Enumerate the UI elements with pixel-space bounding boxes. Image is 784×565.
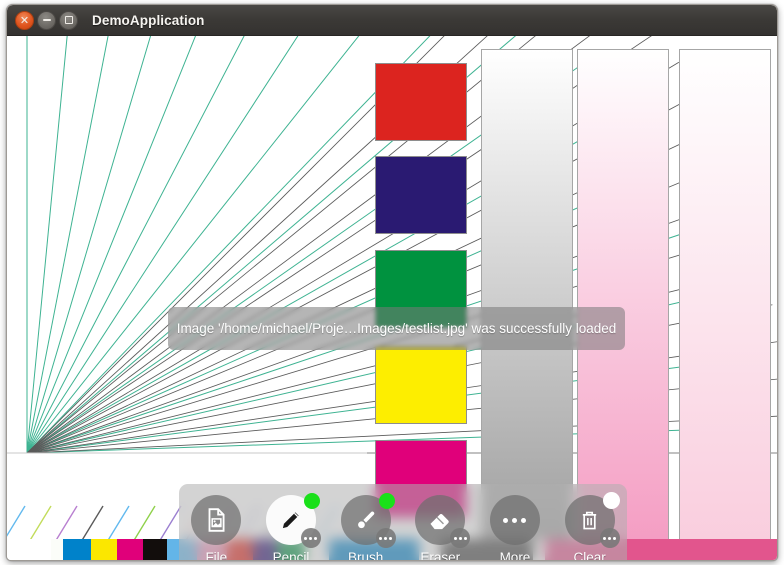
teal-fan-line [26, 36, 68, 454]
teal-fan-line [26, 36, 245, 454]
swatch-navy [375, 156, 467, 234]
toolbar-item-file[interactable]: File [182, 495, 250, 561]
toolbar-icon-circle-brush[interactable] [340, 493, 396, 548]
file-image-icon [203, 507, 229, 533]
teal-fan-line [26, 36, 197, 454]
toolbar-icon-circle-pencil[interactable] [265, 493, 321, 548]
window-title: DemoApplication [92, 12, 205, 28]
color-bar-5 [117, 539, 143, 560]
trash-icon [577, 508, 602, 533]
minimize-icon [42, 19, 51, 21]
toolbar-item-eraser[interactable]: Eraser [406, 495, 474, 561]
toolbar-item-brush[interactable]: Brush [332, 493, 400, 561]
strip-pink [577, 49, 669, 559]
title-bar: ✕ DemoApplication [7, 5, 777, 36]
toolbar-label-more: More [499, 550, 531, 561]
toolbar-icon-circle-more[interactable] [489, 495, 540, 545]
overflow-dots-icon[interactable] [450, 528, 471, 548]
toolbar-label-clear: Clear [573, 550, 606, 561]
toolbar-label-brush: Brush [348, 550, 384, 561]
toolbar-label-eraser: Eraser [420, 550, 461, 561]
toolbar-item-pencil[interactable]: Pencil [257, 493, 325, 561]
teal-fan-line [26, 36, 517, 454]
drawing-canvas[interactable]: Image '/home/michael/Proje…Images/testli… [7, 36, 777, 561]
strip-lightpink [679, 49, 771, 559]
color-bar-3 [63, 539, 91, 560]
notification-text: Image '/home/michael/Proje…Images/testli… [176, 321, 617, 336]
color-bar-2 [51, 539, 63, 560]
status-badge-green [378, 493, 395, 509]
minimize-button[interactable] [37, 10, 56, 30]
toolbar-label-pencil: Pencil [272, 550, 310, 561]
maximize-icon [64, 16, 73, 24]
close-button[interactable]: ✕ [15, 10, 34, 30]
more-dots-icon [503, 517, 527, 523]
application-window: ✕ DemoApplication Image '/home/michael/P… [6, 4, 778, 561]
brush-icon [353, 507, 379, 533]
toolbar-item-more[interactable]: More [481, 495, 549, 561]
swatch-yellow [375, 346, 467, 424]
floating-toolbar: File Pencil Brush Eraser More Clear [179, 484, 627, 561]
swatch-red [375, 63, 467, 141]
color-bar-0 [7, 539, 29, 560]
toolbar-label-file: File [205, 550, 228, 561]
color-bar-1 [29, 539, 51, 560]
toolbar-icon-circle-file[interactable] [191, 495, 242, 545]
toolbar-icon-circle-eraser[interactable] [415, 495, 471, 548]
overflow-dots-icon[interactable] [300, 528, 321, 548]
close-icon: ✕ [19, 13, 30, 27]
overflow-dots-icon[interactable] [599, 528, 620, 548]
pencil-icon [278, 507, 304, 533]
notification-toast: Image '/home/michael/Proje…Images/testli… [168, 307, 625, 350]
eraser-icon [427, 507, 453, 533]
overflow-dots-icon[interactable] [375, 528, 396, 548]
color-bar-6 [143, 539, 167, 560]
strip-grayscale [481, 49, 573, 559]
toolbar-item-clear[interactable]: Clear [556, 492, 624, 561]
maximize-button[interactable] [59, 10, 78, 30]
status-badge-green [303, 493, 320, 509]
teal-fan-line [26, 36, 152, 454]
status-badge-white [602, 492, 620, 509]
toolbar-icon-circle-clear[interactable] [564, 492, 620, 548]
teal-fan-line [26, 36, 299, 454]
color-bar-4 [91, 539, 117, 560]
